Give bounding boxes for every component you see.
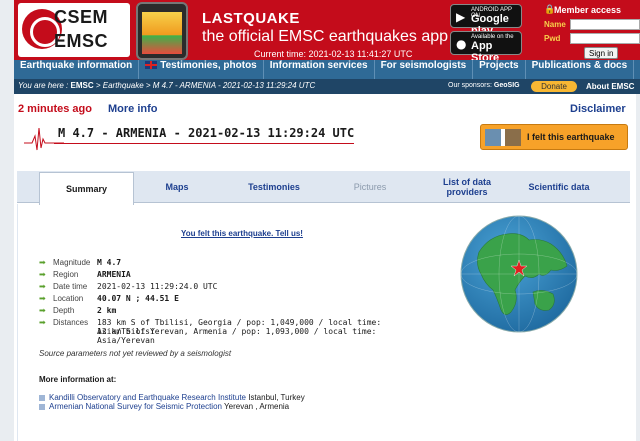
more-info-link[interactable]: More info (108, 103, 158, 115)
apple-icon: ● (456, 37, 467, 51)
nav-publications-docs[interactable]: Publications & docs (526, 60, 635, 79)
main-nav: Earthquake information Testimonies, phot… (14, 60, 640, 79)
breadcrumb-emsc-link[interactable]: EMSC (71, 81, 94, 90)
phone-app-image (136, 2, 188, 60)
current-time: Current time: 2021-02-13 11:41:27 UTC (254, 49, 413, 59)
play-store-icon: ▶ (456, 10, 466, 24)
lock-icon: 🔒 (544, 5, 556, 15)
nav-earthquake-information[interactable]: Earthquake information (14, 60, 140, 79)
arrow-right-icon: ➡ (39, 258, 46, 267)
arrow-right-icon: ➡ (39, 294, 46, 303)
sponsors: Our sponsors: GeoSIG (448, 82, 520, 89)
event-title: M 4.7 - ARMENIA - 2021-02-13 11:29:24 UT… (58, 126, 355, 140)
name-input[interactable] (570, 19, 640, 30)
info-link-item: Armenian National Survey for Seismic Pro… (39, 402, 289, 411)
arrow-right-icon: ➡ (39, 282, 46, 291)
main-content: 2 minutes ago More info Disclaimer M 4.7… (14, 94, 636, 441)
felt-earthquake-button[interactable]: I felt this earthquake (480, 124, 628, 150)
tab-scientific-data[interactable]: Scientific data (519, 171, 599, 203)
name-label: Name (544, 20, 566, 29)
param-depth: ➡ Depth 2 km (39, 306, 117, 315)
app-title: LASTQUAKE (202, 10, 300, 27)
nav-projects[interactable]: Projects (473, 60, 526, 79)
emsc-logo[interactable]: CSEM EMSC (18, 3, 130, 57)
logo-text-csem: CSEM (54, 7, 109, 27)
nav-testimonies-photos[interactable]: Testimonies, photos (139, 60, 264, 79)
info-link-anssp[interactable]: Armenian National Survey for Seismic Pro… (49, 402, 222, 411)
param-region: ➡ Region ARMENIA (39, 270, 131, 279)
param-magnitude: ➡ Magnitude M 4.7 (39, 258, 122, 267)
info-link-item: Kandilli Observatory and Earthquake Rese… (39, 393, 305, 402)
member-access-title: Member access (554, 5, 622, 15)
tab-testimonies[interactable]: Testimonies (239, 171, 309, 203)
logo-text-emsc: EMSC (54, 31, 109, 51)
password-input[interactable] (570, 33, 640, 44)
donate-button[interactable]: Donate (531, 81, 577, 92)
sign-in-button[interactable]: Sign in (584, 47, 619, 59)
tab-maps[interactable]: Maps (147, 171, 207, 203)
bullet-icon (39, 394, 45, 401)
felt-photos-icon (485, 129, 521, 146)
arrow-right-icon: ➡ (39, 306, 46, 315)
breadcrumb: You are here : EMSC > Earthquake > M 4.7… (18, 81, 316, 90)
arrow-right-icon: ➡ (39, 270, 46, 279)
epicenter-globe-map[interactable] (459, 214, 579, 334)
member-access-panel: 🔒 Member access Name Pwd Sign in (544, 5, 640, 59)
sponsor-geosig-link[interactable]: GeoSIG (494, 82, 520, 89)
param-location: ➡ Location 40.07 N ; 44.51 E (39, 294, 179, 303)
tab-summary[interactable]: Summary (39, 172, 134, 205)
tab-pictures[interactable]: Pictures (335, 171, 405, 203)
title-underline (54, 143, 354, 144)
uk-flag-icon (145, 61, 158, 70)
event-parameters: ➡ Magnitude M 4.7 ➡ Region ARMENIA ➡ Dat… (39, 257, 399, 345)
breadcrumb-bar: You are here : EMSC > Earthquake > M 4.7… (14, 79, 640, 94)
tab-bar: Summary Maps Testimonies Pictures List o… (17, 171, 630, 205)
nav-for-seismologists[interactable]: For seismologists (375, 60, 474, 79)
app-store-button[interactable]: ● Available on the App Store (450, 31, 522, 64)
time-ago: 2 minutes ago (18, 103, 92, 115)
review-note: Source parameters not yet reviewed by a … (39, 349, 232, 358)
arrow-right-icon: ➡ (39, 318, 46, 327)
summary-panel: You felt this earthquake. Tell us! ➡ Mag… (17, 204, 630, 441)
info-link-kandilli[interactable]: Kandilli Observatory and Earthquake Rese… (49, 393, 246, 402)
tab-data-providers[interactable]: List of data providers (427, 171, 507, 203)
more-info-heading: More information at: (39, 375, 117, 384)
site-header: CSEM EMSC LASTQUAKE the official EMSC ea… (14, 0, 640, 64)
password-label: Pwd (544, 34, 561, 43)
google-play-button[interactable]: ▶ ANDROID APP ON Google play (450, 4, 522, 37)
felt-tell-us-link[interactable]: You felt this earthquake. Tell us! (181, 229, 303, 238)
about-emsc-link[interactable]: About EMSC (586, 82, 634, 91)
app-subtitle: the official EMSC earthquakes app (202, 28, 449, 45)
nav-information-services[interactable]: Information services (264, 60, 375, 79)
bullet-icon (39, 403, 45, 410)
param-datetime: ➡ Date time 2021-02-13 11:29:24.0 UTC (39, 282, 218, 291)
param-distances: ➡ Distances 183 km S of Tbilisi, Georgia… (39, 318, 382, 345)
disclaimer-link[interactable]: Disclaimer (570, 103, 626, 115)
